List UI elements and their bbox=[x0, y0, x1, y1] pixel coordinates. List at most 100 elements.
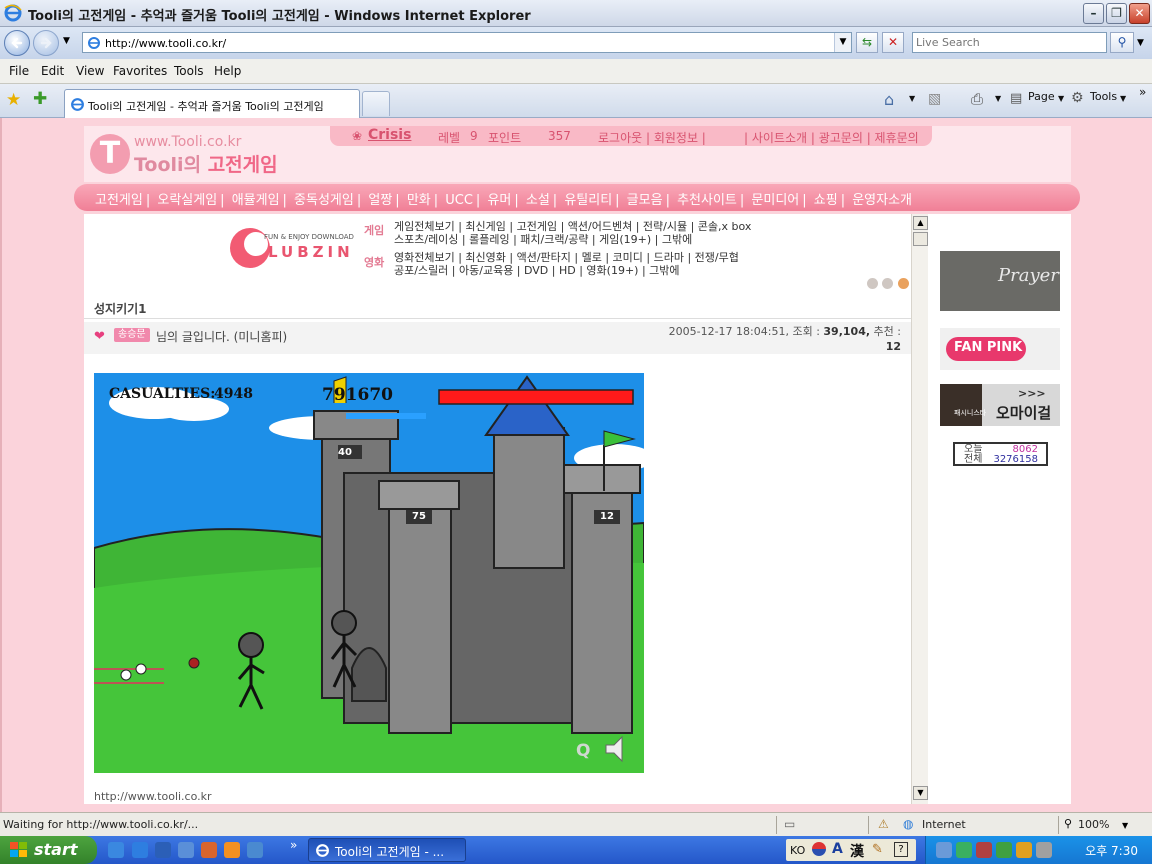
clock[interactable]: 오후 7:30 bbox=[1085, 842, 1138, 859]
start-button[interactable]: start bbox=[0, 836, 97, 864]
slide-dot-3-active[interactable] bbox=[898, 278, 909, 289]
live-search-box[interactable] bbox=[912, 32, 1107, 53]
banner-prayer[interactable]: Prayer bbox=[940, 251, 1060, 311]
post-author[interactable]: 송승문 bbox=[114, 328, 150, 342]
flash-game-castle-defense[interactable]: CASUALTIES: 4948 791670 40 75 12 Q bbox=[94, 373, 644, 773]
quicklaunch-word-icon[interactable] bbox=[155, 842, 171, 858]
nav-item-humor[interactable]: 유머 bbox=[487, 193, 511, 208]
protected-mode-icon[interactable]: ⚠ bbox=[878, 817, 889, 831]
refresh-button[interactable]: ⇆ bbox=[856, 32, 878, 53]
lubzin-game-links-2[interactable]: 스포츠/레이싱 | 롤플레잉 | 패치/크랙/공략 | 게임(19+) | 그밖… bbox=[394, 231, 692, 247]
nav-item-comics[interactable]: 만화 bbox=[407, 193, 431, 208]
feeds-icon[interactable]: ▧ bbox=[928, 91, 941, 107]
home-icon[interactable]: ⌂ bbox=[884, 90, 894, 109]
nav-item-writings[interactable]: 글모음 bbox=[627, 193, 663, 208]
nav-item-shopping[interactable]: 쇼핑 bbox=[814, 193, 838, 208]
nav-item-emulator[interactable]: 애뮬게임 bbox=[232, 193, 280, 208]
live-search-input[interactable] bbox=[913, 33, 1103, 51]
close-window-button[interactable]: ✕ bbox=[1129, 3, 1150, 24]
ime-hanja-icon[interactable]: 漢 bbox=[850, 841, 864, 861]
stop-button[interactable]: ✕ bbox=[882, 32, 904, 53]
address-input[interactable] bbox=[105, 35, 825, 51]
sound-toggle-icon[interactable] bbox=[604, 735, 628, 763]
search-options-dropdown-icon[interactable]: ▼ bbox=[1137, 38, 1144, 48]
nav-item-utility[interactable]: 유틸리티 bbox=[564, 193, 612, 208]
zoom-level[interactable]: 100% bbox=[1078, 818, 1109, 831]
tooli-logo-icon[interactable]: T bbox=[90, 134, 130, 174]
quicklaunch-office-icon[interactable] bbox=[201, 842, 217, 858]
tab-tooli[interactable]: Tooli의 고전게임 - 추억과 즐거움 Tooli의 고전게임 bbox=[64, 89, 360, 118]
banner-fanpink[interactable]: FAN PINK bbox=[940, 328, 1060, 370]
quicklaunch-player-icon[interactable] bbox=[247, 842, 263, 858]
ime-help-icon[interactable]: ? bbox=[894, 842, 908, 857]
lubzin-logo[interactable]: FUN & ENJOY DOWNLOAD LUBZIN bbox=[228, 224, 356, 270]
print-icon[interactable]: ⎙ bbox=[971, 90, 983, 108]
page-dropdown-icon[interactable]: ▼ bbox=[1058, 94, 1064, 103]
ime-korean-icon[interactable] bbox=[812, 842, 826, 856]
nav-item-arcade[interactable]: 오락실게임 bbox=[157, 193, 217, 208]
quicklaunch-ie-icon[interactable] bbox=[132, 842, 148, 858]
tools-menu-button[interactable]: Tools bbox=[1090, 90, 1117, 103]
favorites-center-star-icon[interactable]: ★ bbox=[6, 90, 21, 110]
menu-view[interactable]: View bbox=[76, 64, 104, 78]
tray-app-icon[interactable] bbox=[956, 842, 972, 858]
minimize-button[interactable]: – bbox=[1083, 3, 1104, 24]
nav-item-addictive[interactable]: 중독성게임 bbox=[294, 193, 354, 208]
search-button[interactable]: ⚲ bbox=[1110, 32, 1134, 53]
ime-tools-icon[interactable]: ✎ bbox=[872, 842, 883, 857]
lubzin-movie-links-2[interactable]: 공포/스릴러 | 아동/교육용 | DVD | HD | 영화(19+) | 그… bbox=[394, 262, 680, 278]
menu-favorites[interactable]: Favorites bbox=[113, 64, 167, 78]
scroll-up-arrow-icon[interactable]: ▲ bbox=[913, 216, 928, 230]
add-favorites-icon[interactable]: ✚ bbox=[33, 89, 47, 109]
slide-dot-1[interactable] bbox=[867, 278, 878, 289]
nav-item-ucc[interactable]: UCC bbox=[445, 193, 473, 208]
slide-dot-2[interactable] bbox=[882, 278, 893, 289]
ime-alpha-icon[interactable]: A bbox=[832, 841, 843, 857]
nav-item-ulzzang[interactable]: 얼짱 bbox=[368, 193, 392, 208]
toolbar-chevron-icon[interactable]: » bbox=[1139, 85, 1146, 99]
print-dropdown-icon[interactable]: ▼ bbox=[995, 94, 1001, 103]
menu-file[interactable]: File bbox=[9, 64, 29, 78]
tray-messenger-icon[interactable] bbox=[1016, 842, 1032, 858]
page-menu-button[interactable]: Page bbox=[1028, 90, 1055, 103]
menu-edit[interactable]: Edit bbox=[41, 64, 64, 78]
tray-update-icon[interactable] bbox=[996, 842, 1012, 858]
recent-pages-dropdown-icon[interactable]: ▼ bbox=[63, 36, 70, 46]
restore-button[interactable]: ❐ bbox=[1106, 3, 1127, 24]
security-zone-label[interactable]: Internet bbox=[922, 818, 966, 831]
tray-network-icon[interactable] bbox=[936, 842, 952, 858]
quicklaunch-app-icon[interactable] bbox=[178, 842, 194, 858]
quality-button[interactable]: Q bbox=[576, 741, 590, 761]
quicklaunch-chevron-icon[interactable]: » bbox=[290, 838, 297, 852]
menu-tools[interactable]: Tools bbox=[174, 64, 204, 78]
account-links[interactable]: 로그아웃 | 회원정보 | bbox=[598, 129, 706, 146]
username-link[interactable]: Crisis bbox=[368, 127, 411, 143]
scroll-thumb[interactable] bbox=[913, 232, 928, 246]
nav-item-classic-games[interactable]: 고전게임 bbox=[95, 193, 143, 208]
quicklaunch-media-icon[interactable] bbox=[224, 842, 240, 858]
zoom-dropdown-icon[interactable]: ▼ bbox=[1122, 821, 1128, 830]
menu-help[interactable]: Help bbox=[214, 64, 241, 78]
nav-item-recommended[interactable]: 추천사이트 bbox=[677, 193, 737, 208]
address-dropdown-button[interactable]: ▼ bbox=[834, 33, 851, 52]
nav-item-about-admin[interactable]: 운영자소개 bbox=[852, 193, 912, 208]
tray-antivirus-icon[interactable] bbox=[976, 842, 992, 858]
content-scrollbar[interactable]: ▲ ▼ bbox=[911, 214, 928, 804]
tray-volume-icon[interactable] bbox=[1036, 842, 1052, 858]
tools-dropdown-icon[interactable]: ▼ bbox=[1120, 94, 1126, 103]
quicklaunch-browser-icon[interactable] bbox=[108, 842, 124, 858]
banner-ohmygirl[interactable]: >>> 패시니스타 오마이걸 bbox=[940, 384, 1060, 426]
home-dropdown-icon[interactable]: ▼ bbox=[909, 94, 915, 103]
new-tab-button[interactable] bbox=[362, 91, 390, 116]
taskbar-item-ie[interactable]: Tooli의 고전게임 - ... bbox=[308, 838, 466, 862]
logo-name[interactable]: Tooli의 고전게임 bbox=[134, 150, 278, 177]
back-button[interactable] bbox=[4, 30, 30, 56]
language-bar[interactable]: KO A 漢 ✎ ? bbox=[786, 839, 916, 861]
scroll-down-arrow-icon[interactable]: ▼ bbox=[913, 786, 928, 800]
nav-item-novel[interactable]: 소설 bbox=[526, 193, 550, 208]
post-source-url[interactable]: http://www.tooli.co.kr bbox=[94, 790, 212, 803]
site-links[interactable]: | 사이트소개 | 광고문의 | 제휴문의 bbox=[744, 129, 919, 146]
forward-button[interactable] bbox=[33, 30, 59, 56]
nav-item-media[interactable]: 문미디어 bbox=[751, 193, 799, 208]
address-field[interactable]: ▼ bbox=[82, 32, 852, 53]
